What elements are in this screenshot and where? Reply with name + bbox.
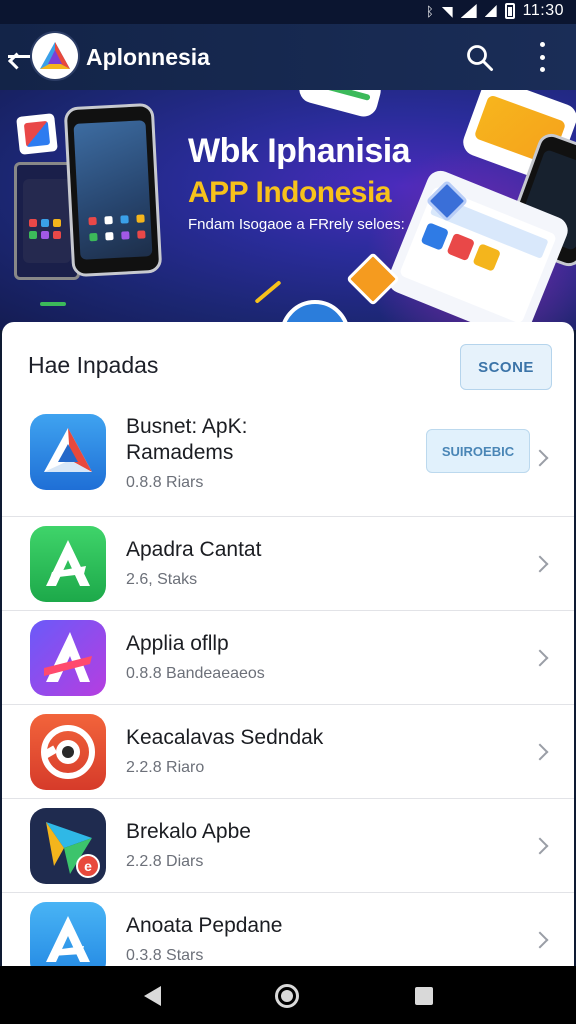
- signal-icon-2: [484, 5, 497, 17]
- chevron-right-icon: [531, 449, 549, 467]
- bluetooth-icon: ᛒ: [426, 3, 434, 19]
- app-meta: 0.8.8 Riars: [126, 474, 204, 491]
- status-bar: ᛒ ◥ 11:30: [0, 0, 576, 24]
- chevron-right-icon: [531, 743, 549, 761]
- app-list-item[interactable]: e Brekalo Apbe 2.2.8 Diars: [2, 798, 574, 892]
- chevron-right-icon: [531, 837, 549, 855]
- chevron-right-icon: [531, 555, 549, 573]
- banner-tagline: Fndam Isogaoe a FRrely seloes:: [188, 216, 405, 233]
- signal-icon: [460, 4, 477, 18]
- system-nav-bar: [0, 966, 576, 1024]
- status-time: 11:30: [522, 2, 564, 19]
- nav-home-icon[interactable]: [275, 984, 299, 1008]
- promo-banner[interactable]: Wbk Iphanisia APP Indonesia Fndam Isogao…: [0, 90, 576, 330]
- phone-illustration: [63, 102, 163, 278]
- app-list-item[interactable]: Apadra Cantat 2.6, Staks: [2, 516, 574, 610]
- app-list-item[interactable]: Anoata Pepdane 0.3.8 Stars: [2, 892, 574, 966]
- blue-a-icon: [30, 902, 106, 966]
- app-meta: 2.2.8 Riaro: [126, 759, 205, 776]
- app-bar: Aplonnesia: [0, 24, 576, 90]
- app-name: Brekalo Apbe: [126, 820, 251, 843]
- back-arrow-icon[interactable]: [8, 55, 30, 58]
- app-title: Aplonnesia: [86, 44, 210, 70]
- chevron-right-icon: [531, 649, 549, 667]
- app-list-item[interactable]: Keacalavas Sedndak 2.2.8 Riaro: [2, 704, 574, 798]
- dash-decoration: [40, 302, 66, 306]
- badge-icon: [16, 113, 58, 155]
- section-button[interactable]: SCONE: [460, 344, 552, 390]
- red-camera-icon: [30, 714, 106, 790]
- status-icons: ᛒ ◥ 11:30: [426, 2, 564, 20]
- svg-text:e: e: [84, 858, 92, 874]
- chevron-right-icon: [531, 931, 549, 949]
- green-a-icon: [30, 526, 106, 602]
- app-name-line2: Ramadems: [126, 441, 234, 464]
- section-title: Hae Inpadas: [28, 352, 159, 378]
- app-name-line1: Busnet: ApK:: [126, 415, 248, 438]
- battery-icon: [504, 3, 515, 19]
- purple-a-icon: [30, 620, 106, 696]
- app-meta: 2.2.8 Diars: [126, 853, 204, 870]
- app-name: Applia ofllp: [126, 632, 229, 655]
- overflow-menu-icon[interactable]: [533, 42, 551, 72]
- app-meta: 0.3.8 Stars: [126, 947, 204, 964]
- app-logo-icon: [40, 42, 70, 69]
- blue-triangle-icon: [30, 414, 106, 490]
- nav-recents-icon[interactable]: [415, 987, 433, 1005]
- app-name: Keacalavas Sedndak: [126, 726, 324, 749]
- app-meta: 2.6, Staks: [126, 571, 198, 588]
- banner-subtitle: APP Indonesia: [188, 176, 392, 209]
- app-name: Busnet: ApK: Ramadems: [126, 414, 247, 466]
- dash-decoration: [254, 280, 282, 304]
- dark-play-icon: e: [30, 808, 106, 884]
- wifi-icon: ◥: [441, 2, 453, 19]
- nav-back-icon[interactable]: [144, 986, 161, 1006]
- app-name: Apadra Cantat: [126, 538, 262, 561]
- app-name: Anoata Pepdane: [126, 914, 283, 937]
- app-logo: [32, 33, 78, 79]
- banner-title: Wbk Iphanisia: [188, 132, 411, 170]
- app-meta: 0.8.8 Bandeaeaeos: [126, 665, 265, 682]
- app-list-item[interactable]: Applia ofllp 0.8.8 Bandeaeaeos: [2, 610, 574, 704]
- app-action-button[interactable]: SUIROEBIC: [426, 429, 530, 473]
- search-icon[interactable]: [466, 44, 494, 72]
- apps-card: Hae Inpadas SCONE Busnet: ApK: Ramadems …: [2, 322, 574, 966]
- phone-illustration: [296, 90, 384, 120]
